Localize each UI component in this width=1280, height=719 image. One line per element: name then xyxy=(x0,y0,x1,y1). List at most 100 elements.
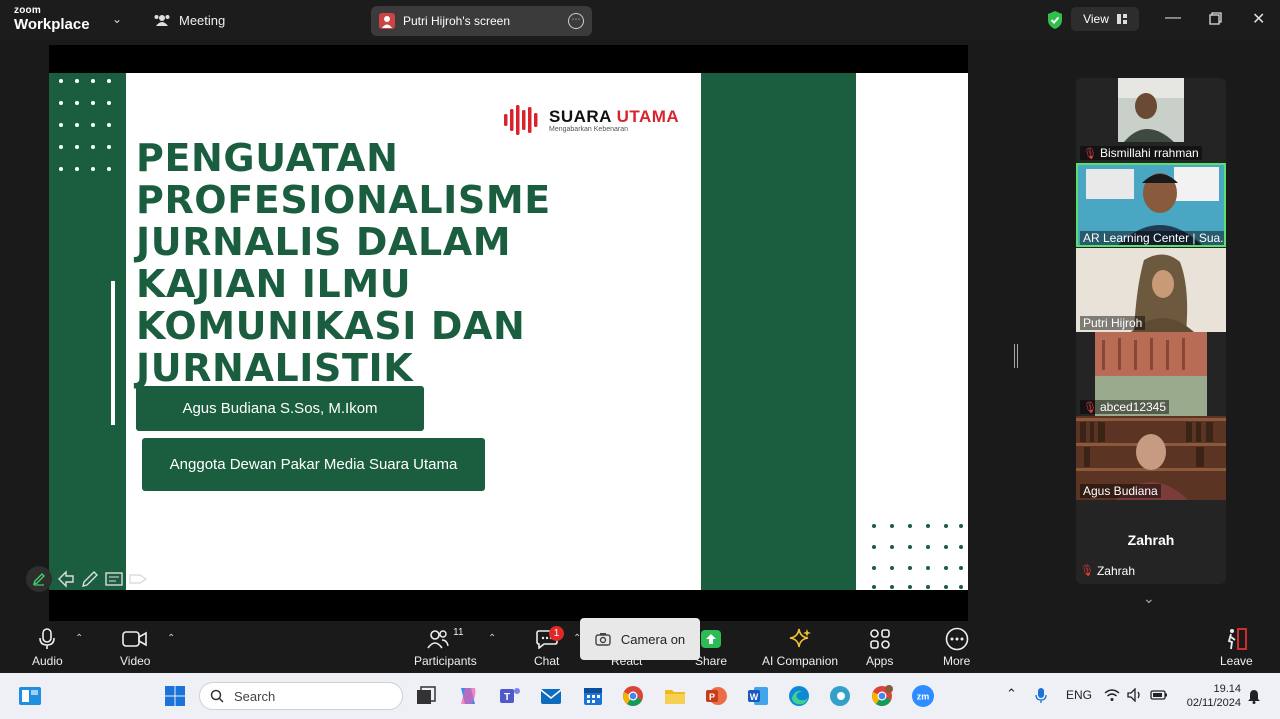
chevron-up-icon[interactable]: ⌃ xyxy=(167,633,175,644)
zoom-icon[interactable]: zm xyxy=(911,684,935,708)
brand-tagline: Mengabarkan Kebenaran xyxy=(549,125,629,133)
svg-text:P: P xyxy=(709,692,715,702)
grid-icon xyxy=(1116,14,1127,24)
notification-bell-icon[interactable] xyxy=(1247,688,1261,704)
participant-name: Putri Hijroh xyxy=(1080,316,1146,330)
video-label: Video xyxy=(120,654,151,668)
camera-on-tooltip: Camera on xyxy=(580,618,700,660)
view-button[interactable]: View xyxy=(1071,7,1139,31)
pointer-icon[interactable] xyxy=(56,569,76,589)
apps-icon xyxy=(869,629,890,649)
microphone-icon xyxy=(39,628,56,649)
participant-name: 🎙︎ Zahrah xyxy=(1080,564,1135,578)
tooltip-text: Camera on xyxy=(620,631,686,647)
windows-start-icon[interactable] xyxy=(163,684,187,708)
chrome-profile-icon[interactable] xyxy=(870,684,894,708)
windows-taskbar: Search T P W zm ⌃ ENG 19.14 02/11/2024 xyxy=(0,673,1280,719)
word-icon[interactable]: W xyxy=(746,684,770,708)
more-button[interactable]: More xyxy=(943,627,970,668)
annotation-toolbar xyxy=(26,566,148,592)
draw-icon[interactable] xyxy=(80,569,100,589)
slide-right-band xyxy=(701,73,856,590)
svg-text:W: W xyxy=(750,692,759,702)
slide-vertical-line xyxy=(111,281,115,425)
participant-tile[interactable]: Putri Hijroh xyxy=(1076,248,1226,332)
slide-title: PENGUATAN PROFESIONALISME JURNALIS DALAM… xyxy=(136,136,551,390)
taskbar-search[interactable]: Search xyxy=(199,682,403,710)
leave-icon xyxy=(1228,628,1248,650)
title-bar: zoom Workplace ⌄ Meeting Putri Hijroh's … xyxy=(0,0,1280,40)
mic-muted-icon: 🎙︎ xyxy=(1083,147,1097,160)
svg-text:zm: zm xyxy=(917,692,930,702)
chrome-icon[interactable] xyxy=(621,684,645,708)
volume-icon[interactable] xyxy=(1127,688,1143,702)
video-button[interactable]: Video xyxy=(120,627,150,668)
file-explorer-icon[interactable] xyxy=(663,684,687,708)
apps-button[interactable]: Apps xyxy=(866,627,893,668)
calendar-icon[interactable] xyxy=(581,684,605,708)
participants-button[interactable]: 11 Participants xyxy=(414,627,477,668)
zoom-logo: zoom Workplace xyxy=(14,6,90,33)
participant-tile[interactable]: Agus Budiana xyxy=(1076,416,1226,500)
screen-share-label: Putri Hijroh's screen xyxy=(403,14,510,28)
task-view-icon[interactable] xyxy=(414,684,438,708)
mic-muted-icon: 🎙︎ xyxy=(1080,565,1094,577)
shield-check-icon[interactable] xyxy=(1046,10,1064,30)
powerpoint-icon[interactable]: P xyxy=(704,684,728,708)
battery-icon[interactable] xyxy=(1150,690,1168,700)
text-box-icon[interactable] xyxy=(104,569,124,589)
search-placeholder: Search xyxy=(234,688,276,704)
participant-tile[interactable]: 🎙︎ Bismillahi rrahman xyxy=(1076,78,1226,162)
copilot-icon[interactable] xyxy=(456,684,480,708)
leave-label: Leave xyxy=(1220,654,1253,668)
system-clock[interactable]: 19.14 02/11/2024 xyxy=(1181,682,1241,710)
participants-label: Participants xyxy=(414,654,477,668)
microphone-icon[interactable] xyxy=(1035,687,1047,704)
meeting-menu[interactable]: Meeting xyxy=(153,12,225,28)
chevron-up-icon[interactable]: ⌃ xyxy=(1006,686,1017,702)
ai-companion-button[interactable]: AI Companion xyxy=(762,627,838,668)
edge-icon[interactable] xyxy=(787,684,811,708)
apps-label: Apps xyxy=(866,654,894,668)
screen-share-indicator[interactable]: Putri Hijroh's screen ⋯ xyxy=(371,6,592,36)
participant-display-name: Zahrah xyxy=(1127,532,1175,548)
widgets-icon[interactable] xyxy=(18,684,42,708)
leave-button[interactable]: Leave xyxy=(1220,627,1253,668)
teams-icon[interactable]: T xyxy=(498,684,522,708)
panel-resize-handle[interactable] xyxy=(1014,344,1018,368)
participant-name: 🎙︎ Bismillahi rrahman xyxy=(1080,146,1202,160)
wifi-icon[interactable] xyxy=(1104,688,1120,702)
svg-text:T: T xyxy=(504,692,510,703)
participants-count: 11 xyxy=(453,627,464,638)
audio-button[interactable]: Audio xyxy=(32,627,63,668)
chevron-up-icon[interactable]: ⌃ xyxy=(488,633,496,644)
participant-tile[interactable]: 🎙︎ abced12345 xyxy=(1076,332,1226,416)
mic-muted-icon: 🎙︎ xyxy=(1083,401,1097,414)
brand-logo: SUARA UTAMA Mengabarkan Kebenaran xyxy=(503,104,679,136)
sparkle-icon xyxy=(789,628,812,648)
restore-icon[interactable] xyxy=(1209,12,1222,25)
language-indicator[interactable]: ENG xyxy=(1066,688,1092,702)
brand-name: SUARA UTAMA xyxy=(549,106,680,126)
chevron-down-icon[interactable]: ⌄ xyxy=(1143,590,1155,607)
presenter-name: Agus Budiana S.Sos, M.Ikom xyxy=(136,386,424,431)
edge-beta-icon[interactable] xyxy=(828,684,852,708)
chevron-up-icon[interactable]: ⌃ xyxy=(75,633,83,644)
chat-unread-badge: 1 xyxy=(549,626,564,641)
soundwave-icon xyxy=(504,105,538,135)
more-label: More xyxy=(943,654,971,668)
minimize-icon[interactable]: — xyxy=(1165,9,1181,27)
decorative-dots xyxy=(872,524,963,589)
participant-tile[interactable]: AR Learning Center | Sua... xyxy=(1076,163,1226,247)
clock-time: 19.14 xyxy=(1213,683,1241,695)
camera-icon xyxy=(595,633,611,646)
annotate-pen-button[interactable] xyxy=(26,566,52,592)
arrow-right-icon[interactable] xyxy=(128,569,148,589)
meeting-label: Meeting xyxy=(179,12,226,28)
participant-name: Agus Budiana xyxy=(1080,484,1161,498)
close-icon[interactable]: ✕ xyxy=(1252,9,1265,29)
mail-icon[interactable] xyxy=(539,684,563,708)
chevron-down-icon[interactable]: ⌄ xyxy=(112,12,122,26)
participant-name: 🎙︎ abced12345 xyxy=(1080,400,1170,414)
more-options-icon[interactable]: ⋯ xyxy=(568,13,584,29)
